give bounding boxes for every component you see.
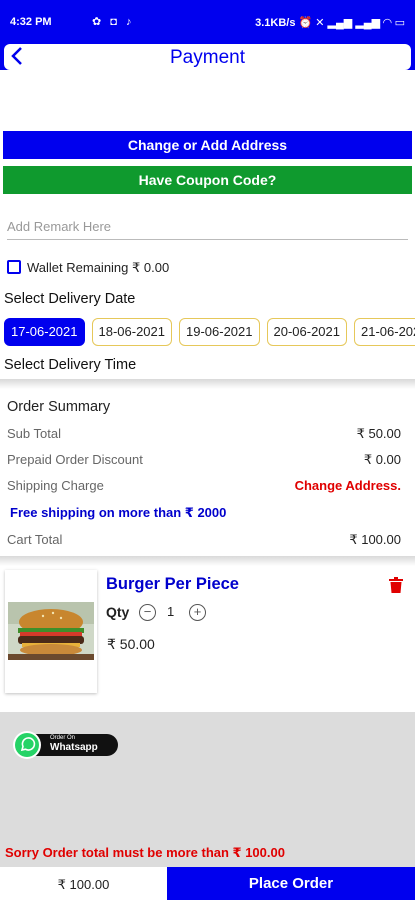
wallet-checkbox[interactable] [7, 260, 21, 274]
section-divider [0, 379, 415, 389]
change-address-button[interactable]: Change or Add Address [3, 131, 412, 159]
coupon-button[interactable]: Have Coupon Code? [3, 166, 412, 194]
order-summary-title: Order Summary [7, 399, 111, 415]
remark-input[interactable] [7, 214, 408, 240]
cart-total-label: Cart Total [7, 532, 63, 547]
status-time: 4:32 PM [10, 16, 52, 28]
qty-label: Qty [106, 604, 130, 620]
delivery-date-label: Select Delivery Date [4, 291, 136, 307]
place-order-button[interactable]: Place Order [167, 867, 415, 900]
product-image-card [5, 570, 97, 693]
section-divider [0, 556, 415, 566]
whatsapp-label: Whatsapp [50, 742, 98, 753]
discount-value: ₹ 0.00 [363, 452, 401, 467]
sub-total-row: Sub Total ₹ 50.00 [7, 426, 401, 444]
product-price: ₹ 50.00 [107, 636, 155, 652]
qty-increase-button[interactable]: + [189, 604, 206, 621]
status-notification-icons: ✿ ◘ ♪ [92, 16, 135, 28]
shipping-label: Shipping Charge [7, 478, 104, 493]
wallet-label: Wallet Remaining ₹ 0.00 [27, 260, 170, 275]
date-chip[interactable]: 20-06-2021 [266, 318, 347, 346]
app-header: Payment [4, 44, 411, 70]
qty-decrease-button[interactable]: − [139, 604, 156, 621]
date-chip[interactable]: 19-06-2021 [179, 318, 260, 346]
date-chip[interactable]: 17-06-2021 [4, 318, 85, 346]
min-order-error: Sorry Order total must be more than ₹ 10… [5, 845, 285, 860]
trash-icon[interactable] [389, 577, 403, 593]
whatsapp-order-button[interactable]: Order On Whatsapp [12, 730, 118, 760]
date-chip[interactable]: 21-06-2021 [354, 318, 415, 346]
qty-value: 1 [167, 604, 175, 619]
cart-total-value: ₹ 100.00 [349, 532, 401, 547]
cart-total-row: Cart Total ₹ 100.00 [7, 532, 401, 550]
shipping-change-address-link[interactable]: Change Address. [295, 478, 401, 493]
discount-label: Prepaid Order Discount [7, 452, 143, 467]
discount-row: Prepaid Order Discount ₹ 0.00 [7, 452, 401, 470]
whatsapp-subtext: Order On [50, 735, 76, 741]
free-shipping-note: Free shipping on more than ₹ 2000 [10, 505, 227, 520]
status-bar: 4:32 PM ✿ ◘ ♪ 3.1KB/s ⏰ ✕ ▂▄▆ ▂▄▆ ◠ ▭ [0, 0, 415, 44]
burger-image [8, 602, 94, 660]
delivery-time-label: Select Delivery Time [4, 357, 137, 373]
footer-total: ₹ 100.00 [0, 867, 167, 900]
delivery-date-list: 17-06-2021 18-06-2021 19-06-2021 20-06-2021… [4, 318, 415, 346]
date-chip[interactable]: 18-06-2021 [91, 318, 172, 346]
product-name: Burger Per Piece [106, 575, 239, 593]
status-right-info: 3.1KB/s ⏰ ✕ ▂▄▆ ▂▄▆ ◠ ▭ [255, 17, 405, 29]
shipping-row: Shipping Charge Change Address. [7, 478, 401, 496]
sub-total-label: Sub Total [7, 426, 61, 441]
page-title: Payment [170, 47, 245, 68]
sub-total-value: ₹ 50.00 [356, 426, 401, 441]
